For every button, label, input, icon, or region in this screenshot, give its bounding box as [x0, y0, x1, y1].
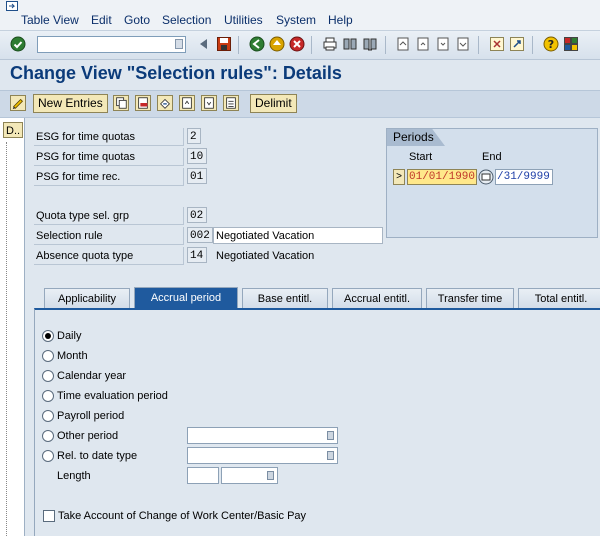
system-menu-icon[interactable] [6, 1, 18, 11]
length-unit-input[interactable] [221, 467, 278, 484]
delimit-button[interactable]: Delimit [250, 94, 297, 113]
menu-system[interactable]: System [276, 13, 316, 27]
svg-text:?: ? [548, 38, 554, 51]
calendar-lookup-icon[interactable] [478, 169, 494, 185]
first-page-icon[interactable] [395, 36, 411, 52]
select-entries-icon[interactable] [223, 95, 239, 111]
tab-accrual-entitl[interactable]: Accrual entitl. [332, 288, 422, 308]
dialog-structure-node[interactable]: D.. [3, 122, 23, 138]
radio-daily[interactable] [42, 330, 54, 342]
command-triangle-icon[interactable] [196, 36, 212, 52]
tab-base-entitl[interactable]: Base entitl. [242, 288, 328, 308]
last-page-icon[interactable] [455, 36, 471, 52]
standard-toolbar: ? [0, 30, 600, 60]
radio-payroll-period-label: Payroll period [57, 410, 125, 422]
selection-rule-label: Selection rule [34, 227, 184, 245]
tab-applicability[interactable]: Applicability [44, 288, 130, 308]
length-unit-dropdown-icon[interactable] [267, 471, 274, 480]
enter-check-icon[interactable] [10, 36, 26, 52]
command-field[interactable] [37, 36, 186, 53]
command-dropdown-icon[interactable] [175, 39, 183, 49]
page-title: Change View "Selection rules": Details [10, 63, 342, 83]
menu-edit[interactable]: Edit [91, 13, 112, 27]
create-session-icon[interactable] [489, 36, 505, 52]
tab-strip: Applicability Accrual period Base entitl… [34, 286, 600, 309]
period-row-selector[interactable]: > [393, 169, 405, 185]
quota-type-sel-grp-field[interactable]: 02 [187, 207, 207, 223]
absence-quota-type-field[interactable]: 14 [187, 247, 207, 263]
next-entry-icon[interactable] [201, 95, 217, 111]
menu-utilities[interactable]: Utilities [224, 13, 263, 27]
radio-rel-to-date-type[interactable] [42, 450, 54, 462]
psg-time-quotas-field[interactable]: 10 [187, 148, 207, 164]
length-number-input[interactable] [187, 467, 219, 484]
other-period-dropdown-icon[interactable] [327, 431, 334, 440]
exit-icon[interactable] [269, 36, 285, 52]
layout-menu-icon[interactable] [563, 36, 579, 52]
back-icon[interactable] [249, 36, 265, 52]
tab-transfer-time[interactable]: Transfer time [426, 288, 514, 308]
period-start-field[interactable]: 01/01/1990 [407, 169, 477, 185]
radio-month[interactable] [42, 350, 54, 362]
end-label: End [482, 151, 502, 163]
change-work-center-label: Take Account of Change of Work Center/Ba… [58, 510, 307, 522]
selection-rule-text: Negotiated Vacation [213, 227, 383, 244]
change-work-center-checkbox[interactable] [43, 510, 55, 522]
menu-help[interactable]: Help [328, 13, 353, 27]
absence-quota-type-text: Negotiated Vacation [216, 250, 315, 262]
esg-time-quotas-field[interactable]: 2 [187, 128, 201, 144]
radio-time-evaluation-period-label: Time evaluation period [57, 390, 168, 402]
navigation-panel: D.. [0, 118, 25, 536]
menu-goto[interactable]: Goto [124, 13, 150, 27]
delete-icon[interactable] [135, 95, 151, 111]
new-entries-button[interactable]: New Entries [33, 94, 108, 113]
radio-month-label: Month [57, 350, 88, 362]
cancel-icon[interactable] [289, 36, 305, 52]
esg-time-quotas-label: ESG for time quotas [34, 128, 184, 146]
find-icon[interactable] [342, 36, 358, 52]
copy-as-icon[interactable] [113, 95, 129, 111]
radio-payroll-period[interactable] [42, 410, 54, 422]
shortcut-icon[interactable] [509, 36, 525, 52]
radio-calendar-year-label: Calendar year [57, 370, 127, 382]
tab-total-entitl[interactable]: Total entitl. [518, 288, 600, 308]
display-change-icon[interactable] [10, 95, 26, 111]
psg-time-rec-field[interactable]: 01 [187, 168, 207, 184]
previous-entry-icon[interactable] [179, 95, 195, 111]
menu-table-view[interactable]: Table View [21, 13, 79, 27]
print-icon[interactable] [322, 36, 338, 52]
quota-type-sel-grp-label: Quota type sel. grp [34, 207, 184, 225]
rel-to-date-type-dropdown-icon[interactable] [327, 451, 334, 460]
tab-accrual-period[interactable]: Accrual period [134, 287, 238, 309]
other-period-input[interactable] [187, 427, 338, 444]
radio-other-period[interactable] [42, 430, 54, 442]
find-next-icon[interactable] [362, 36, 378, 52]
periods-group: Periods Start End > 01/01/1990 /31/9999 [386, 128, 598, 238]
next-page-icon[interactable] [435, 36, 451, 52]
psg-time-rec-label: PSG for time rec. [34, 168, 184, 186]
psg-time-quotas-label: PSG for time quotas [34, 148, 184, 166]
tree-line [6, 142, 7, 536]
periods-title: Periods [387, 129, 445, 146]
period-end-field[interactable]: /31/9999 [495, 169, 553, 185]
menu-selection[interactable]: Selection [162, 13, 211, 27]
radio-rel-to-date-type-label: Rel. to date type [57, 450, 138, 462]
radio-calendar-year[interactable] [42, 370, 54, 382]
menu-bar: Table View Edit Goto Selection Utilities… [0, 0, 600, 30]
selection-rule-field[interactable]: 002 [187, 227, 213, 243]
undo-change-icon[interactable] [157, 95, 173, 111]
save-icon[interactable] [216, 36, 232, 52]
start-label: Start [409, 151, 433, 163]
previous-page-icon[interactable] [415, 36, 431, 52]
radio-other-period-label: Other period [57, 430, 119, 442]
rel-to-date-type-input[interactable] [187, 447, 338, 464]
radio-time-evaluation-period[interactable] [42, 390, 54, 402]
length-label: Length [57, 470, 91, 482]
absence-quota-type-label: Absence quota type [34, 247, 184, 265]
application-toolbar: New Entries Delimit [0, 90, 600, 118]
radio-daily-label: Daily [57, 330, 82, 342]
help-icon[interactable]: ? [543, 36, 559, 52]
